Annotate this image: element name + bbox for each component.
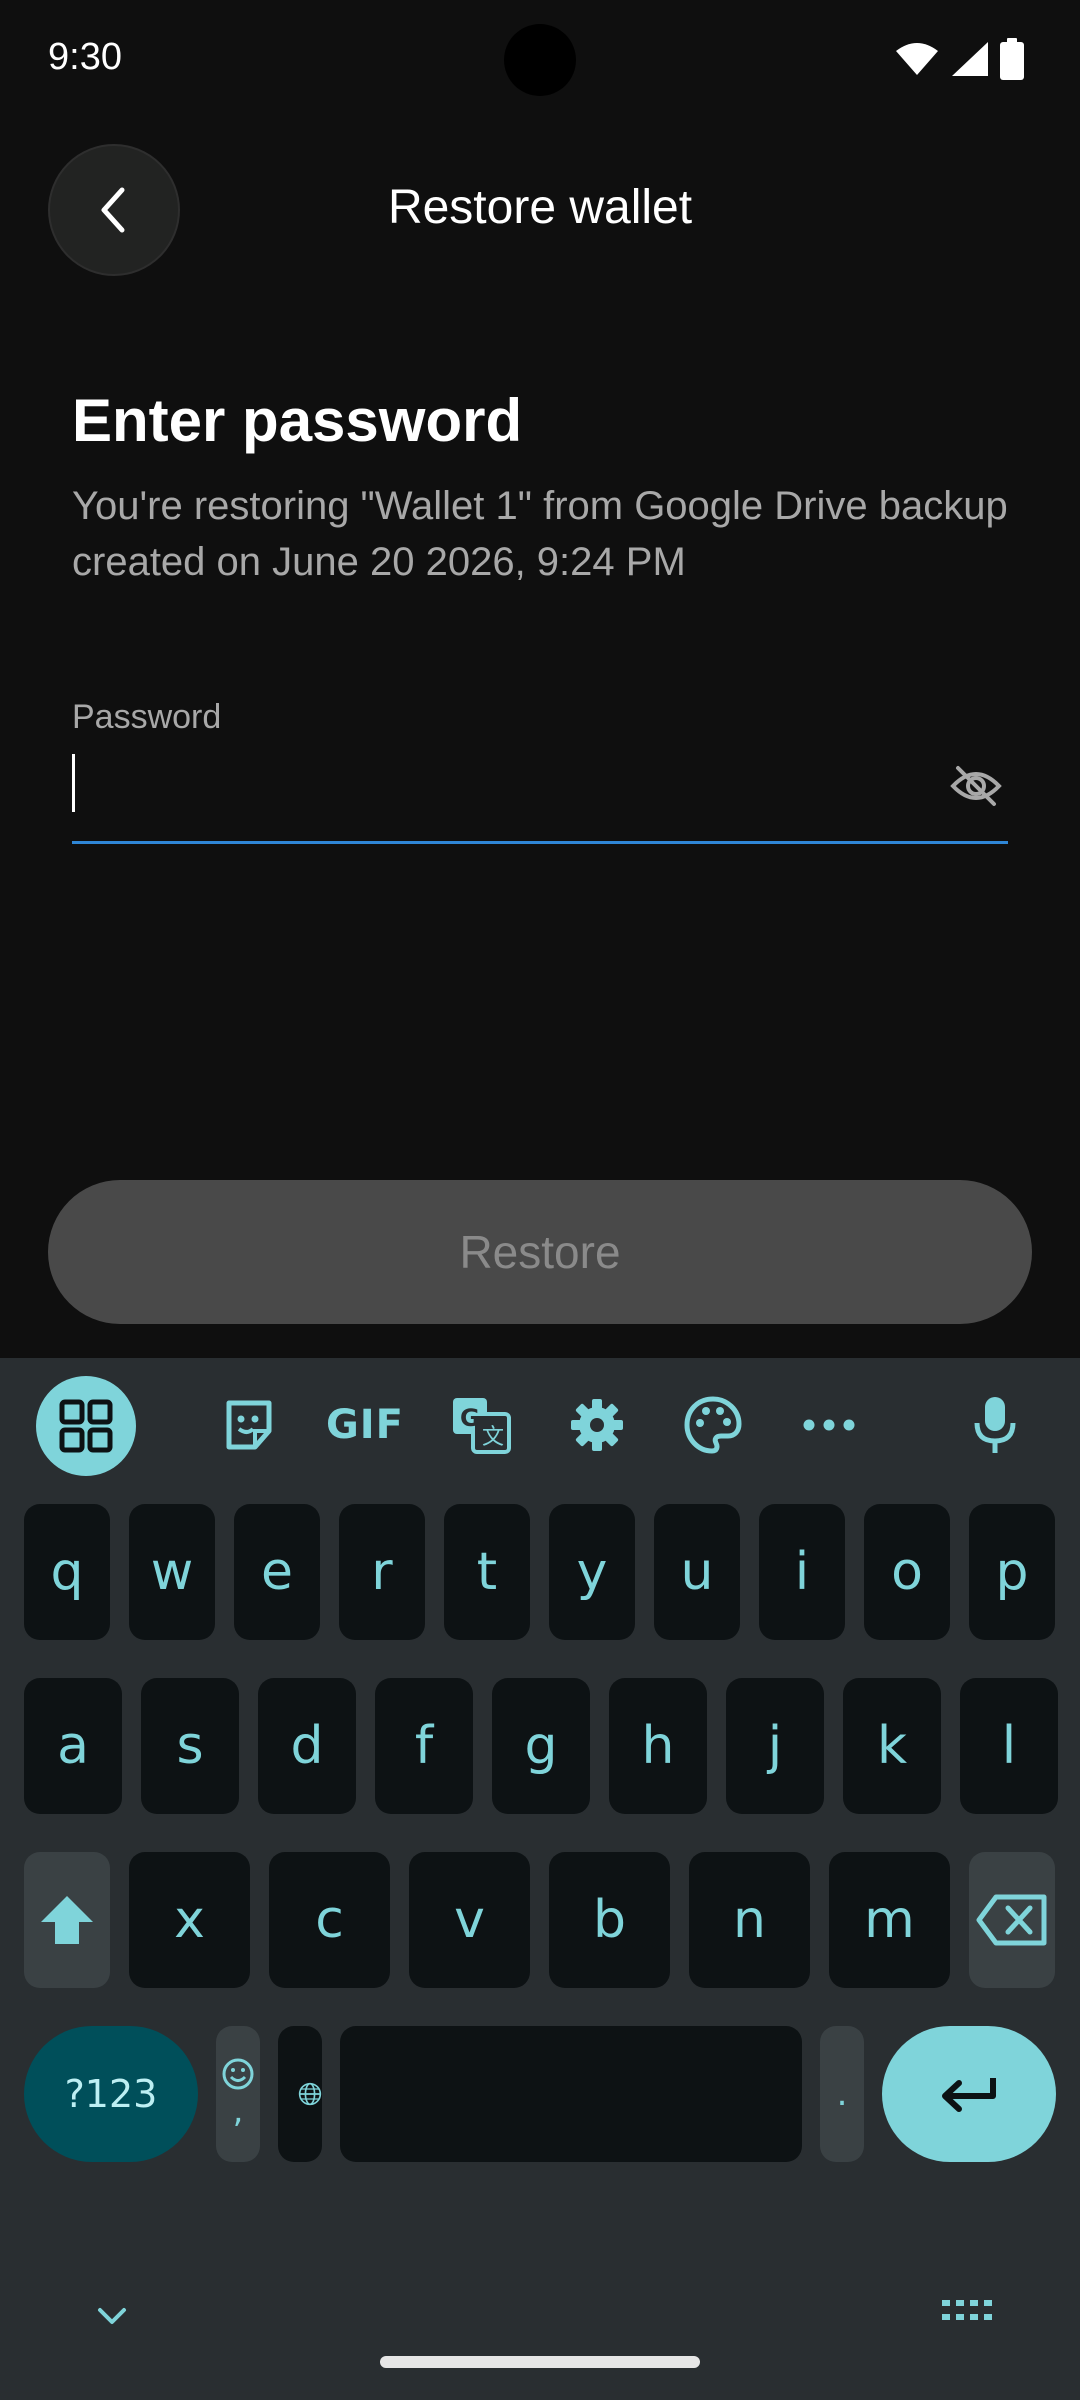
apps-grid-icon [59, 1399, 113, 1453]
page-title: Restore wallet [387, 181, 693, 234]
settings-button[interactable] [552, 1380, 642, 1470]
enter-arrow-icon [942, 2078, 996, 2112]
key-p[interactable]: p [969, 1504, 1055, 1640]
sticker-icon [226, 1400, 272, 1450]
key-j[interactable]: j [726, 1678, 824, 1814]
key-a[interactable]: a [24, 1678, 122, 1814]
hide-keyboard-button[interactable] [88, 2292, 136, 2345]
gesture-nav-handle[interactable] [380, 2356, 700, 2368]
key-w[interactable]: w [129, 1504, 215, 1640]
period-label: . [836, 2074, 848, 2114]
key-x[interactable]: x [129, 1852, 250, 1988]
key-v[interactable]: v [409, 1852, 530, 1988]
key-b[interactable]: b [549, 1852, 670, 1988]
key-u[interactable]: u [654, 1504, 740, 1640]
language-key[interactable] [278, 2026, 322, 2162]
palette-icon [684, 1396, 742, 1454]
status-bar: 9:30 [0, 0, 1080, 120]
smiley-icon [222, 2058, 254, 2090]
svg-text:G: G [460, 1404, 480, 1432]
text-caret [72, 754, 75, 812]
battery-icon [1000, 38, 1024, 80]
translate-button[interactable]: G 文 [436, 1380, 526, 1470]
enter-key[interactable] [882, 2026, 1056, 2162]
comma-label: , [232, 2091, 244, 2131]
globe-icon [298, 2082, 322, 2106]
key-n[interactable]: n [689, 1852, 810, 1988]
key-k[interactable]: k [843, 1678, 941, 1814]
key-e[interactable]: e [234, 1504, 320, 1640]
key-t[interactable]: t [444, 1504, 530, 1640]
key-m[interactable]: m [829, 1852, 950, 1988]
theme-button[interactable] [668, 1380, 758, 1470]
voice-input-button[interactable] [950, 1380, 1040, 1470]
apps-grid-button[interactable] [36, 1376, 136, 1476]
key-g[interactable]: g [492, 1678, 590, 1814]
key-d[interactable]: d [258, 1678, 356, 1814]
gear-icon [571, 1399, 623, 1451]
wifi-icon [896, 43, 938, 75]
shift-icon [41, 1896, 93, 1944]
backspace-icon [976, 1894, 1047, 1946]
chevron-down-icon [98, 2308, 126, 2324]
password-input[interactable] [72, 750, 912, 820]
key-l[interactable]: l [960, 1678, 1058, 1814]
more-options-button[interactable] [784, 1380, 874, 1470]
shift-key[interactable] [24, 1852, 110, 1988]
key-i[interactable]: i [759, 1504, 845, 1640]
keyboard-toolbar: GIF G 文 [0, 1358, 1080, 1488]
key-h[interactable]: h [609, 1678, 707, 1814]
key-c[interactable]: c [269, 1852, 390, 1988]
key-r[interactable]: r [339, 1504, 425, 1640]
microphone-icon [974, 1397, 1016, 1453]
toggle-visibility-button[interactable] [944, 754, 1008, 818]
symbols-key[interactable]: ?123 [24, 2026, 198, 2162]
key-y[interactable]: y [549, 1504, 635, 1640]
keyboard-switch-button[interactable] [940, 2296, 992, 2333]
key-s[interactable]: s [141, 1678, 239, 1814]
period-key[interactable]: . [820, 2026, 864, 2162]
translate-icon: G 文 [453, 1398, 511, 1454]
sticker-button[interactable] [204, 1380, 294, 1470]
password-field[interactable] [72, 740, 1008, 844]
status-icons [894, 38, 1024, 80]
backspace-key[interactable] [969, 1852, 1055, 1988]
key-f[interactable]: f [375, 1678, 473, 1814]
space-key[interactable] [340, 2026, 802, 2162]
more-horizontal-icon [803, 1419, 855, 1431]
svg-text:文: 文 [482, 1425, 504, 1450]
key-o[interactable]: o [864, 1504, 950, 1640]
camera-cutout [504, 24, 576, 96]
signal-icon [952, 42, 988, 76]
gif-button[interactable]: GIF [320, 1380, 410, 1470]
status-time: 9:30 [48, 36, 122, 78]
emoji-comma-key[interactable]: , [216, 2026, 260, 2162]
restore-button[interactable]: Restore [48, 1180, 1032, 1324]
eye-off-icon [950, 766, 1002, 806]
password-label: Password [72, 698, 222, 736]
key-q[interactable]: q [24, 1504, 110, 1640]
restore-description: You're restoring "Wallet 1" from Google … [72, 484, 1008, 584]
enter-password-heading: Enter password [72, 387, 523, 454]
keyboard-icon [942, 2300, 992, 2320]
